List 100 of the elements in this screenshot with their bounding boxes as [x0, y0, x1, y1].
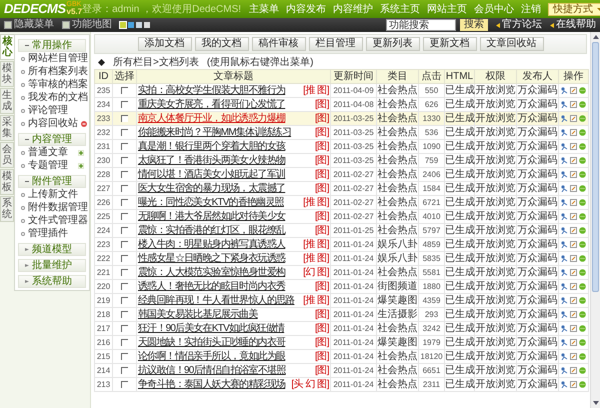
- article-title-link[interactable]: 狂汗！90后美女在KTV如此疯狂做情: [138, 322, 284, 335]
- theme-swatch[interactable]: [128, 22, 134, 28]
- checkbox[interactable]: [121, 213, 128, 220]
- toolbar-button[interactable]: 稿件审核: [252, 37, 306, 51]
- caret-icon: [25, 264, 29, 267]
- menu-group-header[interactable]: 批量维护: [18, 259, 86, 272]
- article-title-link[interactable]: 情何以堪！酒店美女小姐玩起了军训: [138, 168, 286, 181]
- checkbox[interactable]: [121, 87, 128, 94]
- side-tab[interactable]: 生成: [0, 88, 14, 114]
- shortcut-button[interactable]: 快捷方式: [548, 2, 600, 16]
- checkbox[interactable]: [121, 311, 128, 318]
- article-flags: [幻 图]: [303, 266, 329, 279]
- theme-swatch[interactable]: [144, 22, 150, 28]
- menu-link[interactable]: 评论管理: [28, 105, 68, 117]
- toolbar-button[interactable]: 更新文档: [422, 37, 476, 51]
- checkbox[interactable]: [121, 283, 128, 290]
- article-title-link[interactable]: 诱惑人！奢艳无比的眩目时尚内衣秀: [138, 280, 286, 293]
- article-title-link[interactable]: 你能搬来时尚？平胸MM集体训练练习: [138, 126, 292, 139]
- article-title-link[interactable]: 太疯狂了！香港街头两美女火辣热物: [138, 154, 286, 167]
- toolbar-button[interactable]: 文章回收站: [480, 37, 544, 51]
- menu-link[interactable]: 管理插件: [28, 228, 68, 240]
- checkbox[interactable]: [121, 171, 128, 178]
- article-title-link[interactable]: 震惊：人大模范实验室惊艳身世爱构: [138, 266, 286, 279]
- menu-link[interactable]: 专题管理: [28, 160, 68, 172]
- article-title-link[interactable]: 天圆地缺！实拍街头正吵睡的内衣哥: [138, 336, 286, 349]
- menu-group-header[interactable]: 附件管理: [18, 175, 86, 188]
- checkbox[interactable]: [121, 227, 128, 234]
- article-title-link[interactable]: 震惊：实拍香港的红灯区，眼花缭乱: [138, 224, 286, 237]
- side-tab[interactable]: 系统: [0, 196, 14, 222]
- checkbox[interactable]: [121, 143, 128, 150]
- article-title-link[interactable]: 实拍：高校女学生假装大胆不雅行为: [138, 84, 286, 97]
- article-title-link[interactable]: 韩国美女易装比基尼展示曲美: [138, 308, 258, 321]
- article-flags: [图]: [314, 336, 329, 349]
- menu-link[interactable]: 等审核的档案: [28, 79, 88, 91]
- minus-icon: [25, 44, 29, 47]
- article-title-link[interactable]: 无聊啊！港大爷居然如此对待美少女: [138, 210, 286, 223]
- checkbox[interactable]: [121, 241, 128, 248]
- globe-icon: [579, 115, 586, 122]
- article-title-link[interactable]: 真是潮！银行里两个穿着大胆的女孩: [138, 140, 286, 153]
- function-map-button[interactable]: 功能地图: [62, 19, 112, 31]
- toolbar-link[interactable]: 官方论坛: [496, 19, 542, 31]
- toolbar-link[interactable]: 在线帮助: [550, 19, 596, 31]
- checkbox[interactable]: [121, 157, 128, 164]
- article-flags: [图]: [314, 350, 329, 363]
- menu-group-header[interactable]: 内容管理: [18, 133, 86, 146]
- side-tab[interactable]: 模块: [0, 61, 14, 87]
- theme-swatch[interactable]: [136, 22, 142, 28]
- hide-menu-button[interactable]: 隐藏菜单: [4, 19, 54, 31]
- checkbox[interactable]: [121, 325, 128, 332]
- bullet-icon: [21, 70, 25, 74]
- toolbar-button[interactable]: 栏目管理: [308, 37, 362, 51]
- menu-link[interactable]: 文件式管理器: [28, 215, 88, 227]
- menu-link[interactable]: 附件数据管理: [28, 202, 88, 214]
- edit-icon: [570, 269, 577, 276]
- menu-group-header[interactable]: 常用操作: [18, 39, 86, 52]
- toolbar-button[interactable]: 我的文档: [194, 37, 248, 51]
- article-title-link[interactable]: 重庆美女齐展亮，看得哥们心发慌了: [138, 98, 286, 111]
- checkbox[interactable]: [121, 339, 128, 346]
- menu-group-header[interactable]: 频道模型: [18, 243, 86, 256]
- checkbox[interactable]: [121, 101, 128, 108]
- article-title-link[interactable]: 楼入牛肉：明星贴身内裤写真诱惑人: [138, 238, 286, 251]
- scrollbar-drawing[interactable]: [590, 32, 600, 408]
- checkbox[interactable]: [121, 353, 128, 360]
- menu-link[interactable]: 网站栏目管理: [28, 53, 88, 65]
- search-button[interactable]: 搜索: [460, 19, 488, 31]
- side-tab[interactable]: 核心: [0, 34, 14, 60]
- edit-icon: [570, 87, 577, 94]
- arrow-icon: [550, 22, 554, 28]
- theme-swatch[interactable]: [120, 22, 126, 28]
- article-flags: [图]: [314, 168, 329, 181]
- checkbox[interactable]: [121, 115, 128, 122]
- menu-group-header[interactable]: 系统帮助: [18, 275, 86, 288]
- toolbar-button[interactable]: 添加文档: [138, 37, 192, 51]
- toolbar-button[interactable]: 更新列表: [366, 37, 420, 51]
- menu-link[interactable]: 我发布的文档: [28, 92, 88, 104]
- side-tab[interactable]: 模板: [0, 169, 14, 195]
- side-tab[interactable]: 采集: [0, 115, 14, 141]
- article-title-link[interactable]: 抗议敢信！90后情侣自拍浴室不堪照: [138, 364, 286, 377]
- side-tab[interactable]: 会员: [0, 142, 14, 168]
- article-title-link[interactable]: 南京人体餐厅开业，如此诱惑力爆棚: [138, 112, 286, 125]
- article-title-link[interactable]: 争奇斗艳：泰国人妖大赛的精彩现场: [138, 378, 286, 391]
- checkbox[interactable]: [121, 199, 128, 206]
- checkbox[interactable]: [121, 297, 128, 304]
- article-title-link[interactable]: 论你啊！情侣亲手所以，竟如此为眼: [138, 350, 286, 363]
- checkbox[interactable]: [121, 255, 128, 262]
- article-title-link[interactable]: 曝光：同性恋美女KTV的香艳幽灵照: [138, 196, 284, 209]
- menu-link[interactable]: 上传新文件: [28, 189, 78, 201]
- checkbox[interactable]: [121, 367, 128, 374]
- menu-link[interactable]: 所有档案列表: [28, 66, 88, 78]
- globe-icon: [579, 185, 586, 192]
- checkbox[interactable]: [121, 185, 128, 192]
- article-title-link[interactable]: 经典回眸再现！牛人看世界惊人的思路: [138, 294, 294, 307]
- article-title-link[interactable]: 医大女生宿舍的暴力现场，太震撼了: [138, 182, 286, 195]
- menu-link[interactable]: 内容回收站: [28, 118, 78, 130]
- checkbox[interactable]: [121, 129, 128, 136]
- checkbox[interactable]: [121, 269, 128, 276]
- checkbox[interactable]: [121, 381, 128, 388]
- menu-link[interactable]: 普通文章: [28, 147, 68, 159]
- search-field[interactable]: 功能搜索: [386, 19, 456, 31]
- article-title-link[interactable]: 性感女星☆日晒晚之下紧身衣玩诱惑: [138, 252, 286, 265]
